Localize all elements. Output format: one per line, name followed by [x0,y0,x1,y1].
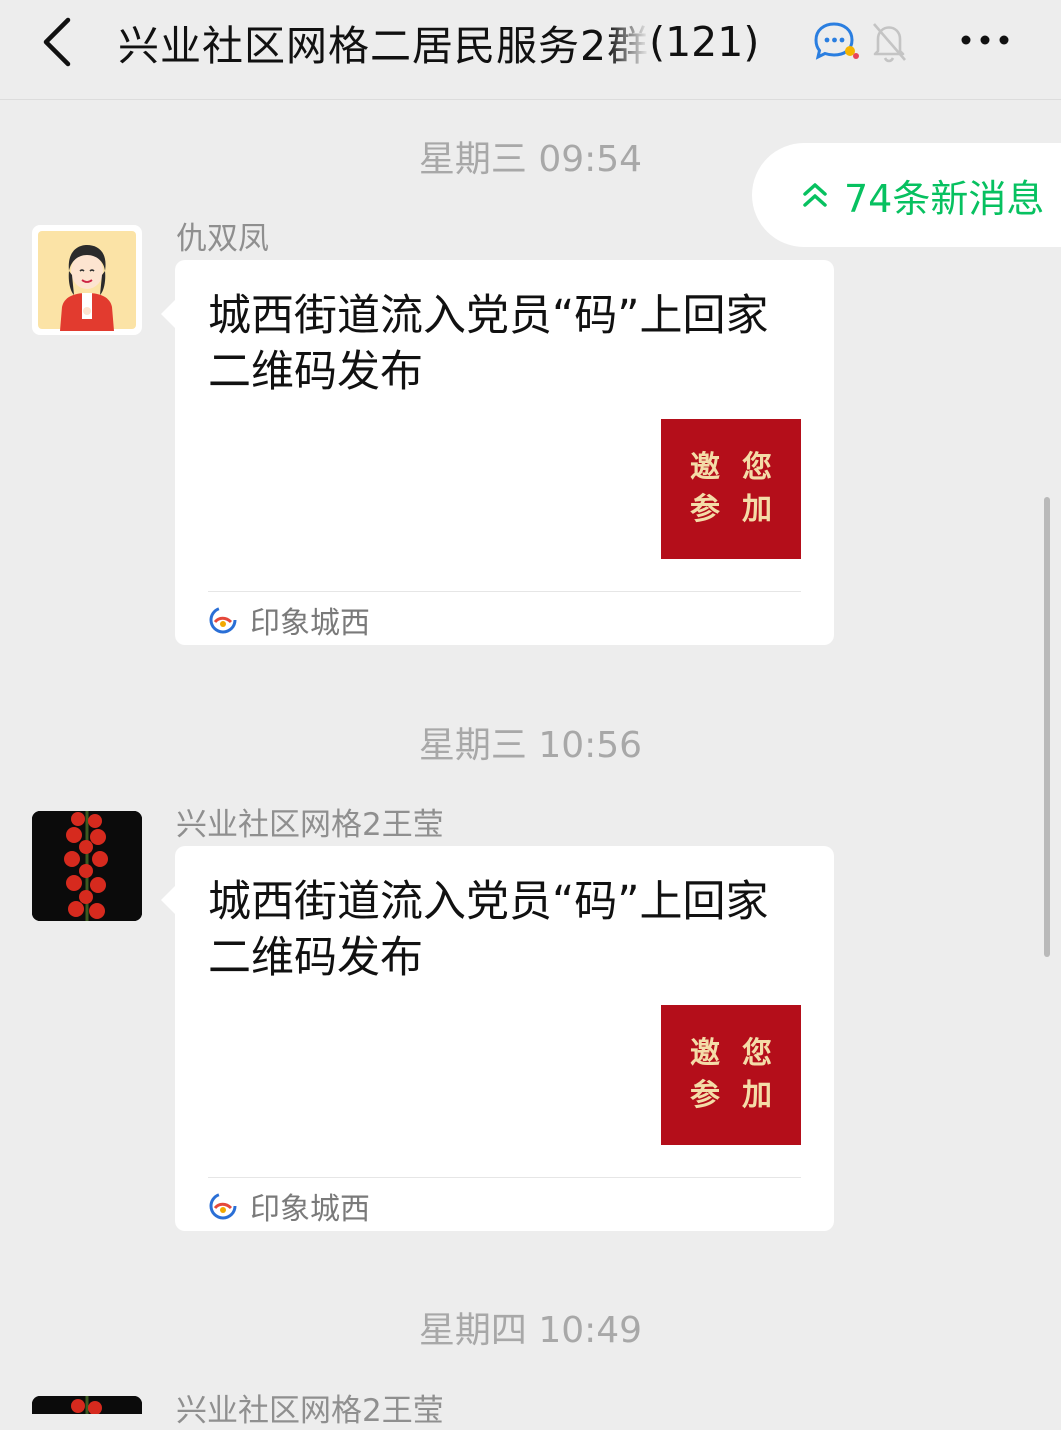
more-options-button[interactable] [952,18,1018,62]
message-timestamp: 星期三 10:56 [418,725,643,766]
sender-name: 仇双凤 [176,221,269,257]
back-arrow-icon [43,17,71,67]
chat-header: 兴业社区网格二居民服务2群 (121) [0,0,1061,100]
mute-bell-icon [868,20,910,64]
thumb-char: 您 [742,450,772,485]
scrollbar[interactable] [1044,497,1050,957]
avatar[interactable] [32,225,142,335]
thumb-char: 您 [742,1036,772,1071]
source-logo-icon [209,1192,237,1220]
chat-title[interactable]: 兴业社区网格二居民服务2群 (121) [118,10,808,74]
thumb-char: 参 [690,492,720,527]
card-divider [208,591,801,592]
sender-name: 兴业社区网格2王莹 [176,1393,444,1429]
card-thumbnail: 邀 您 参 加 [661,419,801,559]
thumb-char: 邀 [690,1036,720,1071]
group-name: 兴业社区网格二居民服务2群 [118,22,650,70]
message-timestamp: 星期四 10:49 [418,1310,643,1351]
more-icon [961,35,1009,45]
card-source: 印象城西 [208,598,370,642]
card-divider [208,1177,801,1178]
thumb-char: 参 [690,1078,720,1113]
chat-bubble-icon[interactable] [810,20,860,64]
avatar[interactable] [32,1396,142,1414]
source-name: 印象城西 [250,606,370,641]
double-chevron-up-icon [803,183,827,207]
thumb-char: 加 [742,1078,772,1113]
thumb-char: 加 [742,492,772,527]
back-button[interactable] [30,14,86,70]
member-count: (121) [649,18,760,66]
source-name: 印象城西 [250,1192,370,1227]
thumb-char: 邀 [690,450,720,485]
avatar[interactable] [32,811,142,921]
sender-name: 兴业社区网格2王莹 [176,807,444,843]
card-thumbnail: 邀 您 参 加 [661,1005,801,1145]
card-title: 城西街道流入党员“码”上回家二维码发布 [208,291,769,397]
card-title: 城西街道流入党员“码”上回家二维码发布 [208,877,769,983]
message-timestamp: 星期三 09:54 [418,139,643,180]
link-card[interactable]: 城西街道流入党员“码”上回家二维码发布 邀 您 参 加 印象城西 [161,260,834,645]
link-card[interactable]: 城西街道流入党员“码”上回家二维码发布 邀 您 参 加 印象城西 [161,846,834,1231]
source-logo-icon [209,606,237,634]
card-source: 印象城西 [208,1184,370,1228]
